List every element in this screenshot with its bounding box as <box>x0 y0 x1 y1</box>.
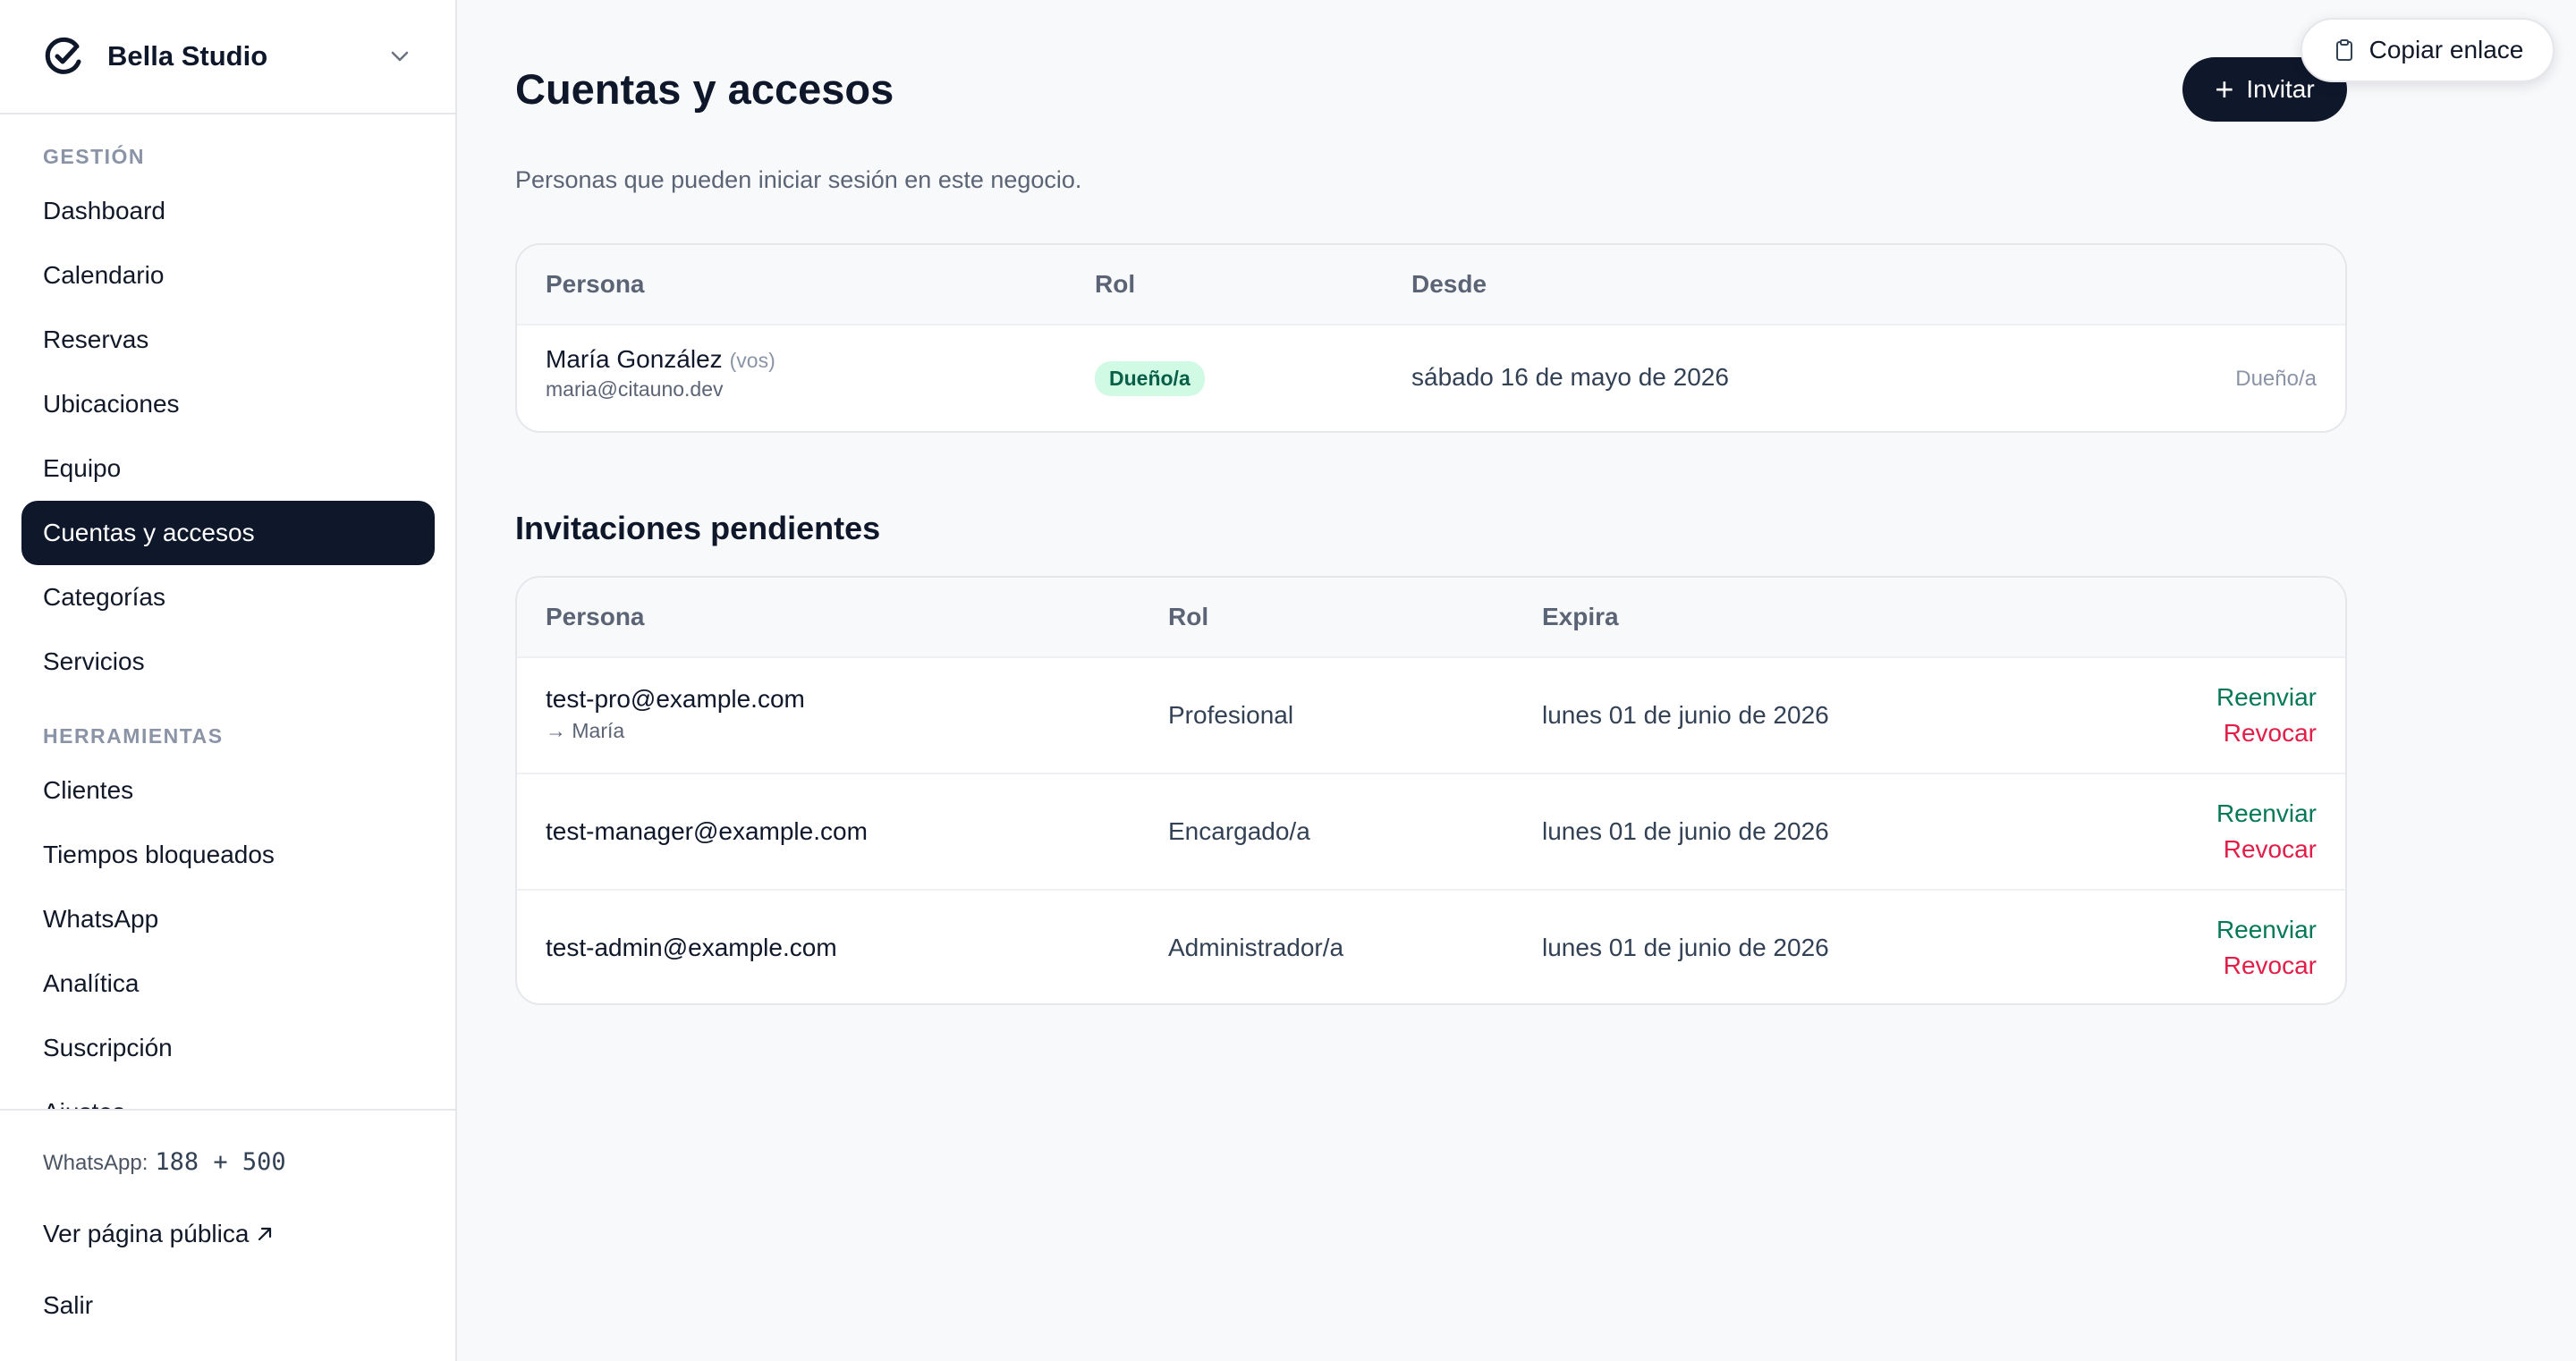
sidebar-item-equipo[interactable]: Equipo <box>21 436 435 501</box>
whatsapp-usage-label: WhatsApp: <box>43 1151 148 1175</box>
copy-link-button[interactable]: Copiar enlace <box>2301 18 2555 82</box>
pending-table-header: Persona Rol Expira <box>517 578 2345 656</box>
sidebar-item-clientes[interactable]: Clientes <box>21 758 435 823</box>
invite-actions: Reenviar Revocar <box>2216 796 2317 867</box>
revoke-button[interactable]: Revocar <box>2224 832 2317 867</box>
page-subtitle: Personas que pueden iniciar sesión en es… <box>515 166 1082 193</box>
accounts-table: Persona Rol Desde María González (vos) m… <box>515 243 2347 433</box>
owner-tag: Dueño/a <box>2235 367 2317 391</box>
sidebar-nav: GESTIÓN Dashboard Calendario Reservas Ub… <box>0 114 455 1109</box>
resend-button[interactable]: Reenviar <box>2216 796 2317 832</box>
table-row: test-manager@example.com Encargado/a lun… <box>517 773 2345 889</box>
table-row: María González (vos) maria@citauno.dev D… <box>517 324 2345 431</box>
page-title: Cuentas y accesos <box>515 65 894 113</box>
invite-expires: lunes 01 de junio de 2026 <box>1542 934 1829 961</box>
column-header-desde: Desde <box>1411 270 1487 298</box>
pending-invitations-title: Invitaciones pendientes <box>515 510 881 546</box>
external-link-icon <box>258 1227 272 1241</box>
invite-role: Administrador/a <box>1168 934 1344 961</box>
sidebar-item-suscripcion[interactable]: Suscripción <box>21 1016 435 1080</box>
account-since: sábado 16 de mayo de 2026 <box>1411 363 1729 391</box>
clipboard-icon <box>2335 39 2352 61</box>
plus-icon: + <box>2215 71 2234 107</box>
column-header-persona: Persona <box>546 603 645 630</box>
brand-logo-icon <box>45 37 81 74</box>
revoke-button[interactable]: Revocar <box>2224 948 2317 984</box>
invite-email-text: test-admin@example.com <box>546 934 837 961</box>
nav-section-herramientas: HERRAMIENTAS <box>43 724 224 748</box>
sidebar-item-reservas[interactable]: Reservas <box>21 308 435 372</box>
invite-email-text: test-manager@example.com <box>546 817 868 845</box>
invite-target: → María <box>546 719 625 742</box>
column-header-rol: Rol <box>1095 270 1136 298</box>
accounts-table-header: Persona Rol Desde <box>517 245 2345 324</box>
account-role: Dueño/a <box>1095 361 1205 396</box>
account-person: María González (vos) maria@citauno.dev <box>546 345 775 402</box>
invite-expires: lunes 01 de junio de 2026 <box>1542 701 1829 729</box>
table-row: test-admin@example.com Administrador/a l… <box>517 889 2345 1003</box>
copy-link-label: Copiar enlace <box>2368 36 2524 63</box>
brand-switcher[interactable]: Bella Studio <box>0 0 455 114</box>
revoke-button[interactable]: Revocar <box>2224 715 2317 751</box>
whatsapp-usage: WhatsApp: 188 + 500 <box>43 1148 286 1176</box>
you-tag: (vos) <box>729 349 775 372</box>
invite-role: Profesional <box>1168 701 1294 729</box>
logout-link[interactable]: Salir <box>43 1291 93 1320</box>
sidebar-item-whatsapp[interactable]: WhatsApp <box>21 887 435 951</box>
nav-section-gestion: GESTIÓN <box>43 145 146 168</box>
invite-label: Invitar <box>2246 75 2315 103</box>
sidebar: Bella Studio GESTIÓN Dashboard Calendari… <box>0 0 457 1361</box>
sidebar-footer: WhatsApp: 188 + 500 Ver página pública S… <box>0 1109 455 1361</box>
table-row: test-pro@example.com → María Profesional… <box>517 656 2345 773</box>
invite-email: test-manager@example.com <box>546 817 868 846</box>
column-header-rol: Rol <box>1168 603 1209 630</box>
role-badge: Dueño/a <box>1095 361 1205 396</box>
brand-name: Bella Studio <box>107 40 268 72</box>
sidebar-item-servicios[interactable]: Servicios <box>21 630 435 694</box>
resend-button[interactable]: Reenviar <box>2216 680 2317 715</box>
public-page-link[interactable]: Ver página pública <box>43 1220 275 1248</box>
column-header-expira: Expira <box>1542 603 1619 630</box>
sidebar-item-calendario[interactable]: Calendario <box>21 243 435 308</box>
invite-actions: Reenviar Revocar <box>2216 680 2317 751</box>
chevron-down-icon[interactable] <box>387 44 412 69</box>
sidebar-item-categorias[interactable]: Categorías <box>21 565 435 630</box>
sidebar-item-analitica[interactable]: Analítica <box>21 951 435 1016</box>
invite-person: test-pro@example.com → María <box>546 685 805 743</box>
whatsapp-usage-count: 188 + 500 <box>155 1148 286 1176</box>
account-email: maria@citauno.dev <box>546 377 724 401</box>
sidebar-item-ubicaciones[interactable]: Ubicaciones <box>21 372 435 436</box>
column-header-persona: Persona <box>546 270 645 298</box>
sidebar-item-dashboard[interactable]: Dashboard <box>21 179 435 243</box>
invite-role: Encargado/a <box>1168 817 1310 845</box>
account-name: María González <box>546 345 723 373</box>
sidebar-item-tiempos-bloqueados[interactable]: Tiempos bloqueados <box>21 823 435 887</box>
invite-expires: lunes 01 de junio de 2026 <box>1542 817 1829 845</box>
sidebar-item-ajustes[interactable]: Ajustes <box>21 1080 435 1109</box>
invite-email: test-pro@example.com <box>546 685 805 713</box>
sidebar-item-cuentas-y-accesos[interactable]: Cuentas y accesos <box>21 501 435 565</box>
invite-actions: Reenviar Revocar <box>2216 912 2317 984</box>
resend-button[interactable]: Reenviar <box>2216 912 2317 948</box>
pending-invitations-table: Persona Rol Expira test-pro@example.com … <box>515 576 2347 1005</box>
public-page-label: Ver página pública <box>43 1220 250 1247</box>
invite-email: test-admin@example.com <box>546 934 837 962</box>
